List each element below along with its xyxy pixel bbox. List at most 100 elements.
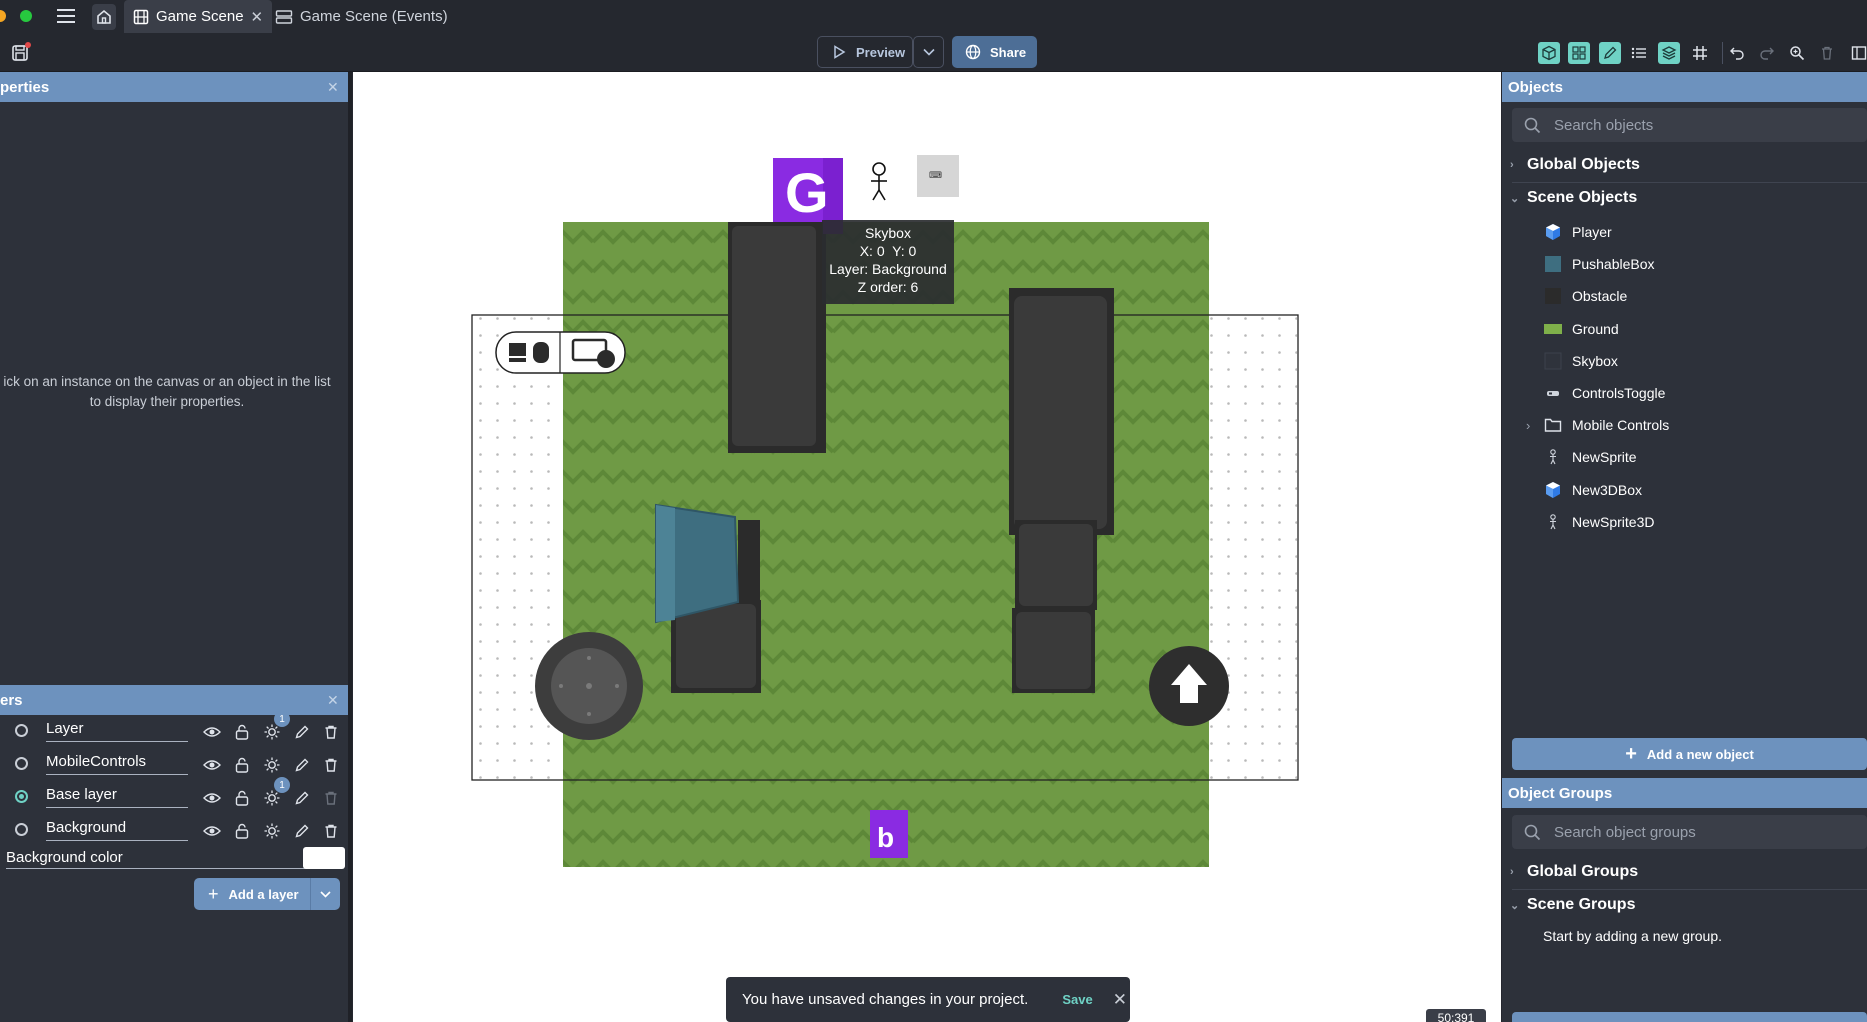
panel-divider[interactable] [348, 72, 352, 1022]
search-icon [1524, 117, 1541, 134]
share-label: Share [990, 44, 1027, 60]
add-object-button[interactable]: + Add a new object [1512, 738, 1867, 770]
grid-icon[interactable] [1689, 42, 1711, 64]
trash-icon[interactable] [321, 722, 341, 742]
edit-icon[interactable] [292, 755, 312, 775]
undo-icon[interactable] [1726, 42, 1748, 64]
layer-row[interactable]: MobileControls [0, 747, 352, 780]
scene-objects-section[interactable]: ⌄ Scene Objects [1510, 189, 1637, 207]
window-minimize-dot[interactable] [0, 10, 6, 22]
preview-button[interactable]: Preview [817, 36, 913, 68]
eye-icon[interactable] [202, 755, 222, 775]
lock-open-icon[interactable] [232, 722, 252, 742]
controls-toggle-instance: ⌨ [917, 155, 959, 197]
window-maximize-dot[interactable] [20, 10, 32, 22]
object-list-item[interactable]: Obstacle [1544, 285, 1627, 307]
close-icon[interactable]: ✕ [251, 8, 264, 26]
eye-icon[interactable] [202, 788, 222, 808]
lock-open-icon[interactable] [232, 788, 252, 808]
edit-icon[interactable] [292, 788, 312, 808]
zoom-icon[interactable] [1786, 42, 1808, 64]
lock-open-icon[interactable] [232, 755, 252, 775]
layers-icon[interactable] [1658, 42, 1680, 64]
layer-name[interactable]: Layer [46, 720, 188, 742]
edit-icon[interactable] [292, 722, 312, 742]
edit-properties-icon[interactable] [1599, 42, 1621, 64]
chevron-down-icon: ⌄ [1510, 899, 1520, 912]
object-list-item[interactable]: › Mobile Controls [1526, 414, 1669, 436]
object-list-item[interactable]: NewSprite3D [1544, 511, 1654, 533]
edit-icon[interactable] [292, 821, 312, 841]
search-objects-input[interactable]: Search objects [1512, 108, 1867, 142]
3d-view-icon[interactable] [1538, 42, 1560, 64]
scene-canvas[interactable]: G ⌨ b Skybox X: 0 Y: 0 Layer: Background… [353, 72, 1501, 1022]
object-list-item[interactable]: New3DBox [1544, 479, 1642, 501]
trash-icon[interactable] [321, 755, 341, 775]
instances-list-icon[interactable] [1628, 42, 1650, 64]
object-list-item[interactable]: Ground [1544, 318, 1619, 340]
layer-name[interactable]: Base layer [46, 786, 188, 808]
share-button[interactable]: Share [952, 36, 1037, 68]
close-icon[interactable]: ✕ [327, 692, 339, 709]
divider [1512, 889, 1867, 890]
toolbar-divider [1722, 42, 1723, 64]
trash-icon[interactable] [321, 821, 341, 841]
home-icon[interactable] [92, 4, 116, 30]
svg-text:⌨: ⌨ [929, 171, 942, 181]
lock-open-icon[interactable] [232, 821, 252, 841]
eye-icon[interactable] [202, 722, 222, 742]
snackbar-save-button[interactable]: Save [1062, 992, 1092, 1007]
layer-radio[interactable] [15, 724, 28, 737]
objects-panel-title: Objects [1502, 72, 1867, 102]
object-list-item[interactable]: NewSprite [1544, 446, 1637, 468]
menu-icon[interactable] [56, 8, 76, 24]
search-groups-placeholder: Search object groups [1554, 823, 1696, 841]
global-groups-section[interactable]: › Global Groups [1510, 863, 1638, 881]
chevron-down-icon: ⌄ [1510, 192, 1520, 205]
layer-name[interactable]: MobileControls [46, 753, 188, 775]
add-group-button[interactable] [1512, 1012, 1867, 1022]
chevron-down-icon[interactable] [310, 878, 340, 910]
pushable-box-instance [655, 503, 740, 624]
object-name: Obstacle [1572, 288, 1628, 305]
object-list-item[interactable]: PushableBox [1544, 253, 1655, 275]
tab-game-scene-events[interactable]: Game Scene (Events) [266, 0, 457, 33]
layers-panel-title: ers [0, 685, 348, 715]
layer-radio[interactable] [15, 790, 28, 803]
stick-figure-icon [1544, 448, 1562, 466]
layer-row[interactable]: Background [0, 813, 352, 846]
object-name: ControlsToggle [1572, 385, 1666, 401]
save-project-icon[interactable] [10, 41, 32, 63]
object-list-item[interactable]: Player [1544, 221, 1612, 243]
lighting-icon[interactable] [262, 821, 282, 841]
tab-game-scene[interactable]: Game Scene ✕ [124, 0, 273, 33]
trash-icon [321, 788, 341, 808]
preview-options-button[interactable] [913, 36, 944, 68]
global-objects-section[interactable]: › Global Objects [1510, 156, 1640, 174]
close-icon[interactable]: ✕ [1113, 990, 1127, 1010]
properties-empty-hint: ick on an instance on the canvas or an o… [3, 374, 331, 409]
chevron-right-icon[interactable]: › [1526, 418, 1530, 433]
object-list-item[interactable]: ControlsToggle [1544, 382, 1665, 404]
layer-radio[interactable] [15, 757, 28, 770]
object-list-item[interactable]: Skybox [1544, 350, 1618, 372]
scene-groups-section[interactable]: ⌄ Scene Groups [1510, 896, 1635, 914]
lighting-icon[interactable] [262, 755, 282, 775]
divider [1512, 182, 1867, 183]
layer-row[interactable]: Layer 1 [0, 711, 352, 747]
eye-icon[interactable] [202, 821, 222, 841]
objects-toggle-icon[interactable] [1568, 42, 1590, 64]
window-layout-icon[interactable] [1848, 42, 1867, 64]
events-icon [275, 9, 293, 25]
folder-icon [1544, 416, 1562, 434]
obstacle-instance [728, 222, 826, 453]
add-layer-button[interactable]: + Add a layer [194, 878, 340, 910]
close-icon[interactable]: ✕ [327, 79, 339, 96]
background-color-swatch[interactable] [303, 847, 345, 869]
search-groups-input[interactable]: Search object groups [1512, 815, 1867, 849]
layer-row[interactable]: Base layer 1 [0, 777, 352, 813]
object-name: NewSprite3D [1572, 513, 1655, 530]
layer-name[interactable]: Background [46, 819, 188, 841]
snackbar-message: You have unsaved changes in your project… [742, 991, 1029, 1008]
layer-radio[interactable] [15, 823, 28, 836]
